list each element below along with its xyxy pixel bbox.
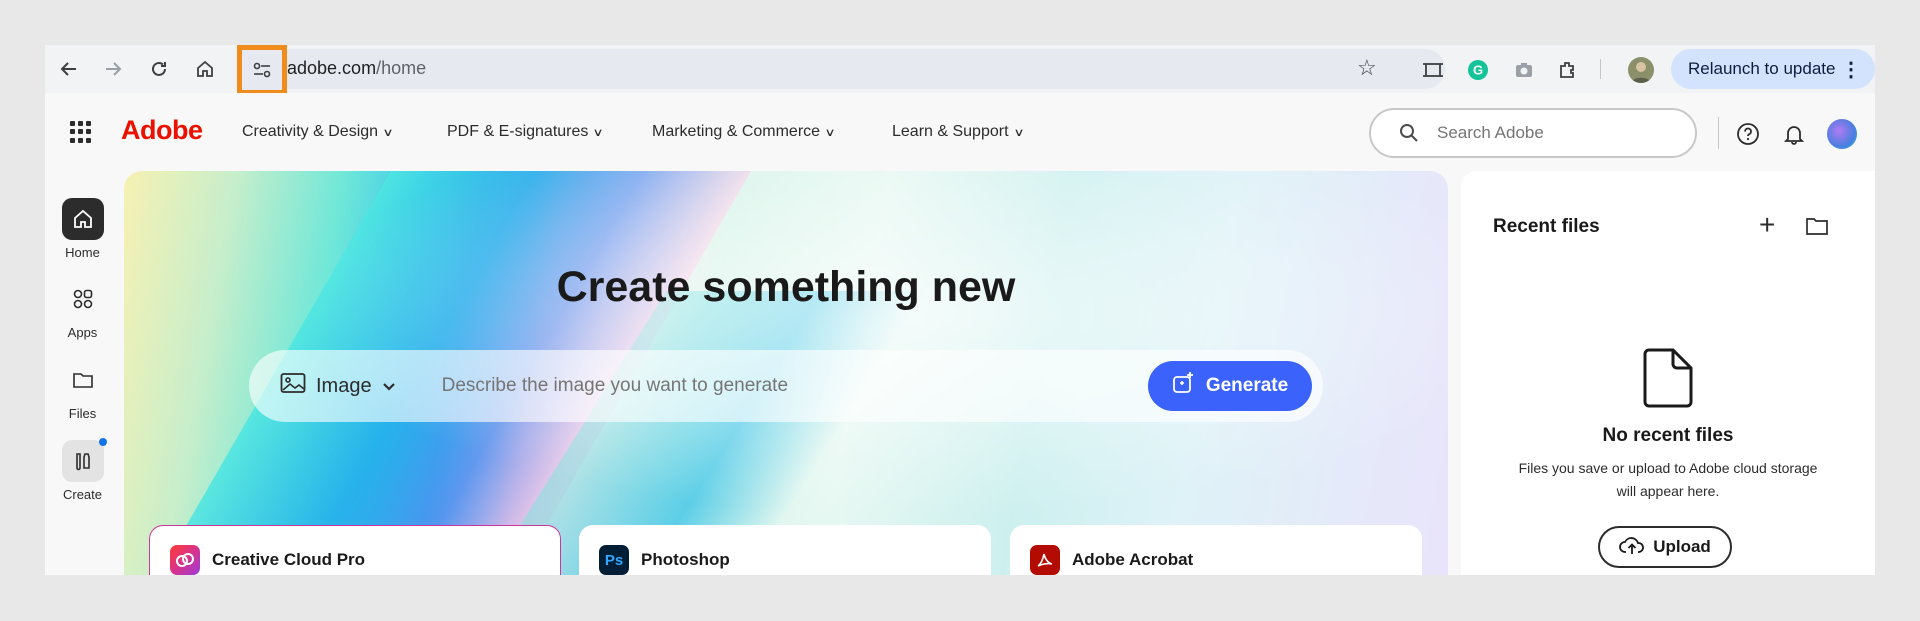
search-input[interactable] xyxy=(1437,123,1637,143)
bookmark-star-icon[interactable]: ☆ xyxy=(1357,55,1377,81)
upload-label: Upload xyxy=(1653,537,1711,556)
add-icon[interactable]: + xyxy=(1759,209,1775,241)
media-type-dropdown[interactable]: Image xyxy=(280,372,396,400)
rail-item-apps[interactable]: Apps xyxy=(45,278,120,340)
chevron-down-icon: ∨ xyxy=(1012,126,1025,139)
camera-icon[interactable] xyxy=(1511,57,1537,83)
recent-files-title: Recent files xyxy=(1493,216,1600,237)
rail-label: Apps xyxy=(67,325,98,340)
url-path: /home xyxy=(376,58,427,78)
toolbar-divider xyxy=(1600,59,1601,79)
recent-files-panel: Recent files + No recent files Files you… xyxy=(1461,171,1875,575)
relaunch-button[interactable]: Relaunch to update ⋮ xyxy=(1671,49,1875,89)
rail-label: Home xyxy=(65,245,100,260)
image-icon xyxy=(280,372,306,400)
notification-dot xyxy=(98,438,107,446)
acrobat-icon xyxy=(1030,545,1060,575)
app-switcher-icon[interactable] xyxy=(70,121,92,143)
site-info-icon[interactable] xyxy=(237,45,287,95)
generate-sparkle-icon xyxy=(1172,371,1196,401)
rail-label: Create xyxy=(62,487,103,502)
prompt-bar: Image Generate xyxy=(249,350,1323,422)
folder-icon xyxy=(62,359,104,401)
more-menu-icon[interactable]: ⋮ xyxy=(1841,57,1861,82)
header-divider xyxy=(1718,117,1719,149)
nav-learn-support[interactable]: Learn & Support ∨ xyxy=(892,123,1025,141)
chevron-down-icon: ∨ xyxy=(382,126,394,139)
rail-item-create[interactable]: Create xyxy=(45,438,120,502)
photoshop-icon: Ps xyxy=(599,545,629,575)
empty-state-text: Files you save or upload to Adobe cloud … xyxy=(1518,460,1818,499)
prompt-input[interactable] xyxy=(441,375,1142,397)
browser-toolbar: adobe.com/home ☆ G Relaunch to update ⋮ xyxy=(45,45,1875,95)
profile-avatar[interactable] xyxy=(1628,57,1654,83)
apps-icon xyxy=(62,278,104,320)
grammarly-icon[interactable]: G xyxy=(1465,57,1491,83)
hero-banner: Create something new Image Generate xyxy=(124,171,1448,575)
nav-creativity-design[interactable]: Creativity & Design ∨ xyxy=(242,123,394,141)
chevron-down-icon xyxy=(382,375,396,398)
create-icon xyxy=(61,438,107,482)
screen-capture-icon[interactable] xyxy=(1420,57,1446,83)
search-box[interactable] xyxy=(1369,108,1697,158)
app-name: Photoshop xyxy=(641,550,730,569)
generate-button[interactable]: Generate xyxy=(1148,361,1312,411)
nav-pdf-esignatures[interactable]: PDF & E-signatures ∨ xyxy=(447,123,605,141)
rail-item-files[interactable]: Files xyxy=(45,359,120,421)
search-icon xyxy=(1399,123,1419,143)
nav-label: Marketing & Commerce xyxy=(652,123,821,140)
cloud-upload-icon xyxy=(1619,535,1645,560)
svg-text:G: G xyxy=(1473,63,1483,78)
creative-cloud-icon xyxy=(170,545,200,575)
app-name: Adobe Acrobat xyxy=(1072,550,1194,569)
browser-window: adobe.com/home ☆ G Relaunch to update ⋮ … xyxy=(45,45,1875,575)
url-host: adobe.com xyxy=(287,58,377,78)
help-icon[interactable] xyxy=(1735,121,1761,147)
nav-label: PDF & E-signatures xyxy=(447,123,589,140)
extensions-icon[interactable] xyxy=(1555,57,1581,83)
nav-label: Creativity & Design xyxy=(242,123,379,140)
app-card-creative-cloud-pro[interactable]: Creative Cloud Pro xyxy=(149,525,561,575)
folder-icon[interactable] xyxy=(1805,215,1829,242)
user-avatar[interactable] xyxy=(1827,119,1857,149)
back-icon[interactable] xyxy=(57,57,81,81)
app-name: Creative Cloud Pro xyxy=(212,550,366,569)
media-type-label: Image xyxy=(316,374,372,397)
chevron-down-icon: ∨ xyxy=(824,126,836,139)
nav-label: Learn & Support xyxy=(892,123,1009,140)
home-icon xyxy=(61,198,104,240)
hero-title: Create something new xyxy=(556,263,1016,311)
rail-label: Files xyxy=(68,406,97,421)
notifications-bell-icon[interactable] xyxy=(1781,121,1807,147)
relaunch-label: Relaunch to update xyxy=(1688,59,1836,78)
upload-button[interactable]: Upload xyxy=(1598,526,1732,568)
reload-icon[interactable] xyxy=(147,57,171,81)
home-browser-icon[interactable] xyxy=(193,57,217,81)
chevron-down-icon: ∨ xyxy=(592,126,605,139)
nav-marketing-commerce[interactable]: Marketing & Commerce ∨ xyxy=(652,123,836,141)
document-icon xyxy=(1642,348,1694,413)
empty-state-title: No recent files xyxy=(1602,425,1734,446)
app-card-photoshop[interactable]: Ps Photoshop xyxy=(579,525,991,575)
adobe-header: Adobe Creativity & Design ∨ PDF & E-signa… xyxy=(45,93,1875,169)
rail-item-home[interactable]: Home xyxy=(45,198,120,260)
generate-label: Generate xyxy=(1205,375,1289,396)
url-text[interactable]: adobe.com/home xyxy=(287,58,426,79)
app-card-adobe-acrobat[interactable]: Adobe Acrobat xyxy=(1010,525,1422,575)
forward-icon[interactable] xyxy=(101,57,125,81)
adobe-logo[interactable]: Adobe xyxy=(121,115,203,146)
